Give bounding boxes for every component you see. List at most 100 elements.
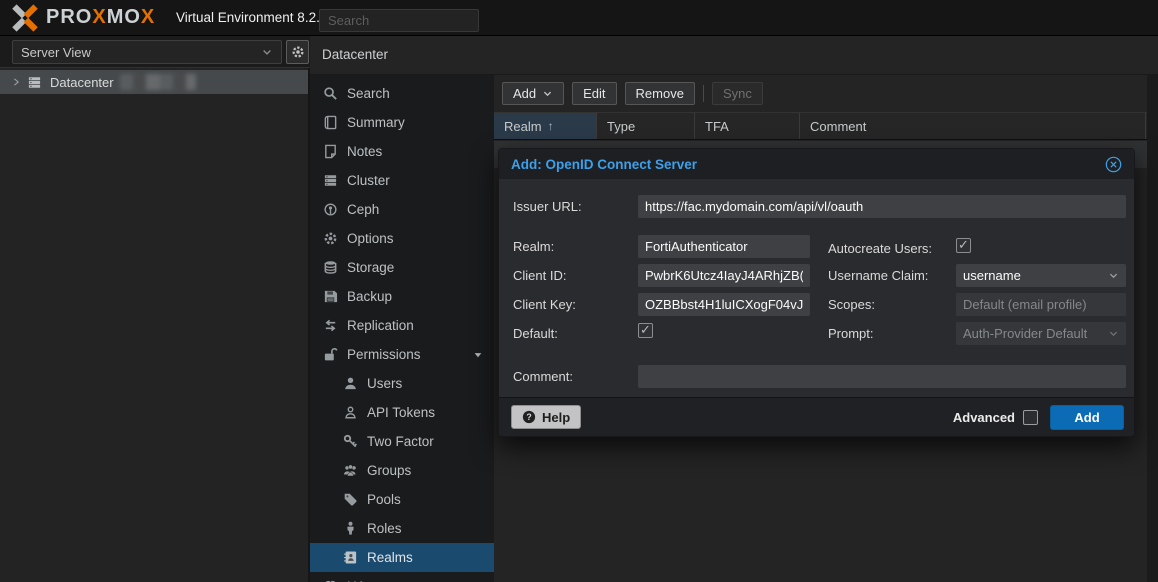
menu-item-users[interactable]: Users xyxy=(310,369,494,398)
brand-letters: X xyxy=(141,6,155,28)
menu-item-backup[interactable]: Backup xyxy=(310,282,494,311)
expand-chevron-icon[interactable] xyxy=(11,77,21,87)
chevron-down-icon xyxy=(542,88,553,99)
column-header-tfa[interactable]: TFA xyxy=(695,113,800,139)
autocreate-users-checkbox[interactable] xyxy=(956,238,971,253)
tree-panel: Datacenter xyxy=(0,68,308,582)
realms-icon xyxy=(343,550,358,565)
menu-item-label: Two Factor xyxy=(367,434,434,449)
menu-item-label: Backup xyxy=(347,289,392,304)
issuer-url-input[interactable] xyxy=(638,195,1126,218)
breadcrumb-title: Datacenter xyxy=(322,47,388,62)
menu-item-label: Permissions xyxy=(347,347,421,362)
menu-item-two-factor[interactable]: Two Factor xyxy=(310,427,494,456)
dialog-title: Add: OpenID Connect Server xyxy=(511,157,697,172)
help-button-label: Help xyxy=(542,410,570,425)
dialog-title-bar[interactable]: Add: OpenID Connect Server xyxy=(499,149,1134,179)
menu-item-api-tokens[interactable]: API Tokens xyxy=(310,398,494,427)
menu-item-notes[interactable]: Notes xyxy=(310,137,494,166)
prompt-label: Prompt: xyxy=(828,326,874,341)
username-claim-value: username xyxy=(963,268,1021,283)
column-header-label: Realm xyxy=(504,119,542,134)
column-header-label: Type xyxy=(607,119,635,134)
remove-button[interactable]: Remove xyxy=(625,82,695,105)
column-header-comment[interactable]: Comment xyxy=(800,113,1146,139)
cluster-icon xyxy=(323,173,338,188)
menu-item-label: Groups xyxy=(367,463,411,478)
prompt-value: Auth-Provider Default xyxy=(963,326,1087,341)
tree-panel-header: Server View xyxy=(0,36,310,68)
add-button-label: Add xyxy=(1074,410,1099,425)
add-openid-connect-dialog: Add: OpenID Connect Server Issuer URL: R… xyxy=(498,148,1135,437)
realms-toolbar: Add Edit Remove Sync xyxy=(502,82,763,105)
menu-item-label: Users xyxy=(367,376,402,391)
chevron-down-icon xyxy=(261,46,273,58)
menu-item-cluster[interactable]: Cluster xyxy=(310,166,494,195)
advanced-checkbox[interactable] xyxy=(1023,410,1038,425)
column-header-label: TFA xyxy=(705,119,729,134)
sync-button[interactable]: Sync xyxy=(712,82,763,105)
issuer-url-label: Issuer URL: xyxy=(513,199,582,214)
help-button[interactable]: ? Help xyxy=(511,405,581,429)
backup-icon xyxy=(323,289,338,304)
prompt-select[interactable]: Auth-Provider Default xyxy=(956,322,1126,345)
menu-item-options[interactable]: Options xyxy=(310,224,494,253)
permissions-icon xyxy=(323,347,338,362)
svg-text:?: ? xyxy=(526,412,531,422)
menu-item-permissions[interactable]: Permissions xyxy=(310,340,494,369)
add-button[interactable]: Add xyxy=(502,82,564,105)
api-tokens-icon xyxy=(343,405,358,420)
column-header-type[interactable]: Type xyxy=(597,113,695,139)
client-id-input[interactable] xyxy=(638,264,810,287)
scopes-input[interactable] xyxy=(956,293,1126,316)
global-search-input[interactable] xyxy=(319,9,479,32)
view-selector-dropdown[interactable]: Server View xyxy=(12,40,282,64)
menu-item-pools[interactable]: Pools xyxy=(310,485,494,514)
menu-item-ha[interactable]: HA xyxy=(310,572,494,582)
menu-item-groups[interactable]: Groups xyxy=(310,456,494,485)
menu-item-label: API Tokens xyxy=(367,405,435,420)
realm-input[interactable] xyxy=(638,235,810,258)
proxmox-app-window: PROXMOX Virtual Environment 8.2.4 Server… xyxy=(0,0,1158,582)
tree-node-datacenter[interactable]: Datacenter xyxy=(0,70,308,94)
two-factor-icon xyxy=(343,434,358,449)
menu-item-ceph[interactable]: Ceph xyxy=(310,195,494,224)
client-key-input[interactable] xyxy=(638,293,810,316)
advanced-label: Advanced xyxy=(953,410,1015,425)
comment-label: Comment: xyxy=(513,369,573,384)
menu-item-label: Replication xyxy=(347,318,414,333)
menu-item-label: Search xyxy=(347,86,390,101)
pools-icon xyxy=(343,492,358,507)
brand-letters: X xyxy=(92,6,106,28)
storage-icon xyxy=(323,260,338,275)
close-icon[interactable] xyxy=(1105,156,1122,173)
options-icon xyxy=(323,231,338,246)
menu-item-label: Ceph xyxy=(347,202,379,217)
menu-item-label: Pools xyxy=(367,492,401,507)
menu-item-realms[interactable]: Realms xyxy=(310,543,494,572)
edit-button[interactable]: Edit xyxy=(572,82,616,105)
menu-item-replication[interactable]: Replication xyxy=(310,311,494,340)
toolbar-button-label: Remove xyxy=(636,86,684,101)
menu-item-search[interactable]: Search xyxy=(310,79,494,108)
ceph-icon xyxy=(323,202,338,217)
top-header-bar: PROXMOX Virtual Environment 8.2.4 xyxy=(0,0,1158,36)
menu-item-roles[interactable]: Roles xyxy=(310,514,494,543)
autocreate-users-label: Autocreate Users: xyxy=(828,241,932,256)
tree-settings-button[interactable] xyxy=(286,40,309,64)
menu-item-storage[interactable]: Storage xyxy=(310,253,494,282)
brand-text: PROXMOX xyxy=(46,6,155,29)
roles-icon xyxy=(343,521,358,536)
scopes-label: Scopes: xyxy=(828,297,875,312)
comment-input[interactable] xyxy=(638,365,1126,388)
column-header-realm[interactable]: Realm↑ xyxy=(494,113,597,139)
default-checkbox[interactable] xyxy=(638,323,653,338)
username-claim-select[interactable]: username xyxy=(956,264,1126,287)
question-icon: ? xyxy=(522,410,536,424)
menu-item-label: Cluster xyxy=(347,173,390,188)
gear-icon xyxy=(291,45,305,59)
add-submit-button[interactable]: Add xyxy=(1050,405,1124,430)
client-key-label: Client Key: xyxy=(513,297,576,312)
panel-right-margin xyxy=(1147,75,1158,582)
menu-item-summary[interactable]: Summary xyxy=(310,108,494,137)
